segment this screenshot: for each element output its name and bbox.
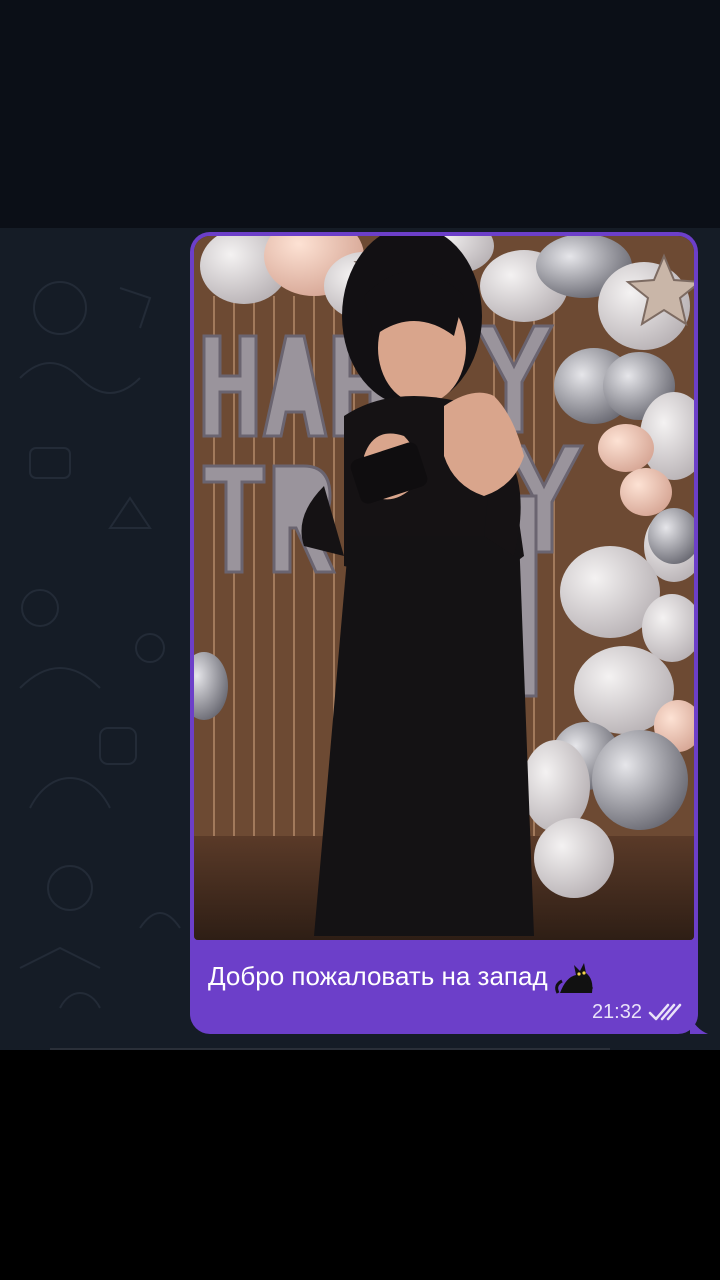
bubble-tail: [690, 1014, 708, 1034]
message-meta: 21:32: [592, 998, 684, 1026]
message-time: 21:32: [591, 1000, 642, 1023]
double-check-icon: [648, 1003, 682, 1021]
message-caption: Добро пожаловать на запад: [208, 960, 548, 991]
message-caption-row: Добро пожаловать на запад: [208, 956, 688, 996]
top-letterbox: [0, 0, 720, 228]
outgoing-message-bubble[interactable]: Добро пожаловать на запад 21:32: [190, 232, 698, 1034]
bottom-letterbox: [0, 1050, 720, 1280]
video-thumbnail[interactable]: [194, 236, 694, 940]
black-cat-icon: [554, 963, 593, 994]
